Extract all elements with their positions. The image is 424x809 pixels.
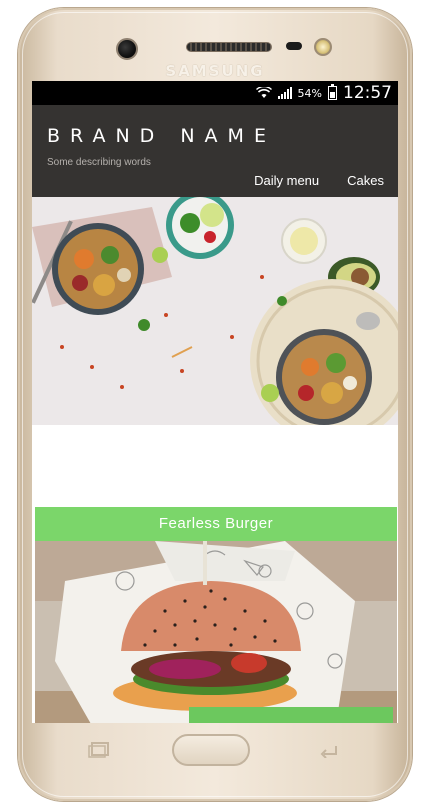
recent-apps-icon[interactable] <box>88 742 112 758</box>
nav-item-cakes[interactable]: Cakes <box>333 171 398 191</box>
battery-percent: 54% <box>297 86 322 100</box>
site-tagline: Some describing words <box>47 157 151 168</box>
earpiece-speaker <box>186 42 272 52</box>
main-nav: Daily menu Cakes <box>240 171 398 191</box>
phone-screen: 54% 12:57 BRAND NAME Some describing wor… <box>32 81 398 723</box>
nav-item-daily-menu[interactable]: Daily menu <box>240 171 333 191</box>
device-brand-label: SAMSUNG <box>165 62 265 80</box>
menu-card-title[interactable]: Fearless Burger <box>35 507 397 541</box>
menu-card-image <box>35 541 397 723</box>
status-icons: 54% 12:57 <box>255 83 392 103</box>
hero-image <box>32 197 398 425</box>
menu-card-cta-button[interactable] <box>189 707 393 723</box>
home-button[interactable] <box>172 734 250 766</box>
status-clock: 12:57 <box>343 83 392 103</box>
front-camera <box>116 38 138 60</box>
battery-icon <box>328 84 337 100</box>
back-icon[interactable] <box>318 744 340 758</box>
menu-card[interactable]: Fearless Burger <box>35 507 397 723</box>
wifi-icon <box>255 87 272 98</box>
status-bar: 54% 12:57 <box>32 81 398 105</box>
site-header: BRAND NAME Some describing words Daily m… <box>32 105 398 197</box>
proximity-sensor <box>286 42 302 50</box>
site-brand-name[interactable]: BRAND NAME <box>47 125 276 147</box>
section-spacer <box>32 425 398 507</box>
signal-icon <box>277 87 292 99</box>
front-flash <box>314 38 332 56</box>
